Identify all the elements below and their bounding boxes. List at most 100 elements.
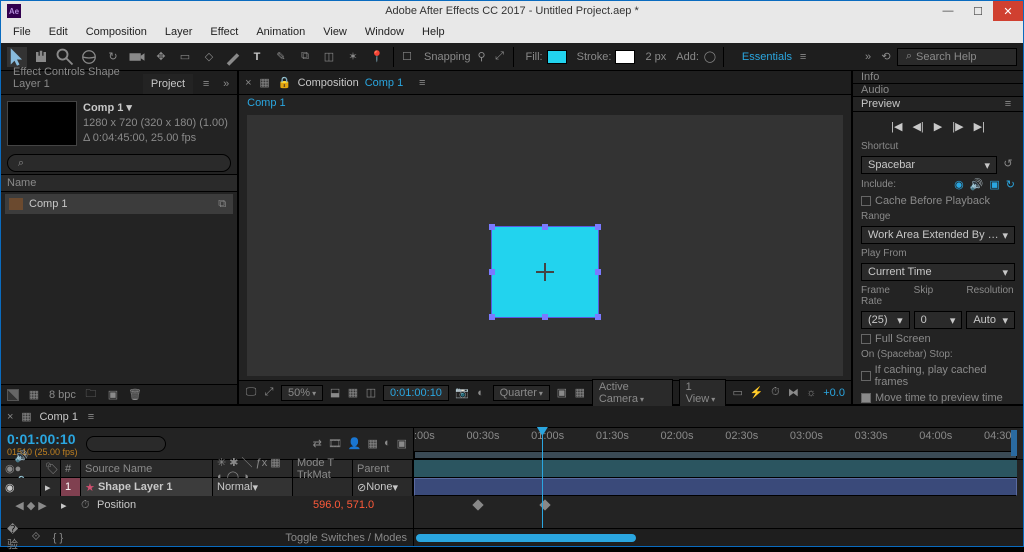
resize-handle[interactable] bbox=[595, 269, 601, 275]
resize-handle[interactable] bbox=[542, 314, 548, 320]
type-tool-icon[interactable]: T bbox=[247, 47, 267, 67]
skip-dropdown[interactable]: 0▾ bbox=[914, 311, 963, 329]
panel-header-audio[interactable]: Audio bbox=[853, 84, 1023, 97]
current-timecode[interactable]: 0:01:00:10 bbox=[7, 431, 78, 447]
motion-blur-icon[interactable]: ◐ bbox=[384, 437, 391, 450]
timeline-search-input[interactable] bbox=[86, 436, 166, 452]
comp-breadcrumb[interactable]: Comp 1 bbox=[239, 95, 851, 115]
menu-effect[interactable]: Effect bbox=[202, 24, 246, 40]
menu-view[interactable]: View bbox=[315, 24, 355, 40]
brush-tool-icon[interactable]: ✎ bbox=[271, 47, 291, 67]
toggle-switches-button[interactable]: Toggle Switches / Modes bbox=[285, 532, 407, 544]
blend-mode-dropdown[interactable]: Normal bbox=[217, 481, 252, 493]
menu-edit[interactable]: Edit bbox=[41, 24, 76, 40]
panel-header-info[interactable]: Info bbox=[853, 71, 1023, 84]
keyframe-icon[interactable] bbox=[473, 499, 484, 510]
resize-handle[interactable] bbox=[489, 224, 495, 230]
panel-menu-icon[interactable]: ≡ bbox=[1001, 97, 1015, 111]
onstop-cache-checkbox[interactable]: If caching, play cached frames bbox=[861, 364, 1015, 388]
always-preview-icon[interactable]: 🖵 bbox=[245, 386, 257, 400]
composition-viewport[interactable] bbox=[247, 115, 843, 376]
interpret-icon[interactable] bbox=[7, 389, 19, 401]
views-dropdown[interactable]: 1 View bbox=[679, 379, 726, 407]
include-audio-icon[interactable]: 🔊 bbox=[970, 178, 984, 191]
render-queue-icon[interactable]: ▦ bbox=[19, 410, 33, 424]
roi-icon[interactable]: ▣ bbox=[556, 386, 568, 400]
grid-icon[interactable]: ▦ bbox=[347, 386, 359, 400]
panel-overflow-icon[interactable]: » bbox=[219, 77, 233, 91]
quality-dropdown[interactable]: Quarter bbox=[493, 385, 550, 401]
layer-duration-bar[interactable] bbox=[414, 478, 1017, 496]
resolution-dropdown[interactable]: Auto▾ bbox=[966, 311, 1015, 329]
keyframe-track[interactable] bbox=[414, 496, 1017, 514]
timeline-brace-icon[interactable]: { } bbox=[51, 531, 65, 545]
resize-handle[interactable] bbox=[489, 269, 495, 275]
onstop-move-checkbox[interactable]: Move time to preview time bbox=[861, 392, 1015, 404]
menu-animation[interactable]: Animation bbox=[248, 24, 313, 40]
col-parent[interactable]: Parent bbox=[353, 460, 413, 477]
flowchart-icon[interactable]: ⧓ bbox=[787, 386, 799, 400]
play-button[interactable]: ▶ bbox=[934, 120, 942, 133]
workspace-dropdown[interactable]: Essentials bbox=[742, 51, 792, 63]
exposure-value[interactable]: +0.0 bbox=[823, 387, 845, 399]
menu-help[interactable]: Help bbox=[414, 24, 453, 40]
timeline-ruler[interactable]: :00s00:30s01:00s01:30s02:00s02:30s03:00s… bbox=[414, 428, 1023, 460]
resize-handle[interactable] bbox=[542, 224, 548, 230]
timeline-zoom-icon[interactable]: ⟐ bbox=[29, 531, 43, 545]
range-dropdown[interactable]: Work Area Extended By Current...▾ bbox=[861, 226, 1015, 244]
panel-menu-icon[interactable]: ≡ bbox=[199, 77, 213, 91]
snapping-checkbox[interactable]: ☐ bbox=[400, 50, 414, 64]
parent-dropdown[interactable]: None bbox=[366, 481, 392, 493]
draft3d-icon[interactable]: 🎞 bbox=[328, 437, 342, 450]
window-close-button[interactable]: ✕ bbox=[993, 1, 1023, 21]
res-auto-icon[interactable]: ⬓ bbox=[329, 386, 341, 400]
snapping-opts-icon[interactable]: ⚲ bbox=[475, 50, 489, 64]
loop-icon[interactable]: ↻ bbox=[1006, 178, 1015, 191]
pen-tool-icon[interactable] bbox=[223, 47, 243, 67]
puppet-tool-icon[interactable]: 📍 bbox=[367, 47, 387, 67]
project-col-name[interactable]: Name bbox=[7, 177, 36, 189]
comp-tab-name[interactable]: Comp 1 bbox=[365, 77, 404, 89]
layer-visibility-toggle[interactable] bbox=[5, 481, 15, 494]
shape-layer-preview[interactable] bbox=[491, 226, 599, 318]
stopwatch-icon[interactable]: ⏱ bbox=[81, 499, 97, 512]
lock-icon[interactable]: 🔒 bbox=[278, 76, 292, 90]
roto-tool-icon[interactable]: ✶ bbox=[343, 47, 363, 67]
shape-tool-icon[interactable]: ▭ bbox=[175, 47, 195, 67]
fast-preview-icon[interactable]: ⚡ bbox=[750, 386, 764, 400]
goto-start-button[interactable]: |◀ bbox=[891, 120, 902, 133]
snapping-opts2-icon[interactable]: ⤢ bbox=[493, 50, 507, 64]
pan-behind-tool-icon[interactable]: ✥ bbox=[151, 47, 171, 67]
project-settings-icon[interactable]: ▦ bbox=[27, 388, 41, 402]
overflow-icon[interactable]: » bbox=[861, 50, 875, 64]
layer-row[interactable]: ▸ 1 ★ Shape Layer 1 Normal ▾ ⊘ None ▾ bbox=[1, 478, 413, 496]
close-tab-icon[interactable]: × bbox=[7, 411, 13, 423]
resize-handle[interactable] bbox=[595, 224, 601, 230]
anchor-point-icon[interactable] bbox=[540, 267, 550, 277]
menu-layer[interactable]: Layer bbox=[157, 24, 201, 40]
camera-dropdown[interactable]: Active Camera bbox=[592, 379, 673, 407]
playfrom-dropdown[interactable]: Current Time▾ bbox=[861, 263, 1015, 281]
mask-tool-icon[interactable]: ◇ bbox=[199, 47, 219, 67]
timeline-tracks[interactable]: :00s00:30s01:00s01:30s02:00s02:30s03:00s… bbox=[414, 428, 1023, 546]
timeline-icon[interactable]: ⏱ bbox=[769, 386, 781, 400]
prev-frame-button[interactable]: ◀| bbox=[912, 120, 923, 133]
zoom-dropdown[interactable]: 50% bbox=[281, 385, 323, 401]
reset-exposure-icon[interactable]: ☼ bbox=[805, 386, 817, 400]
pixel-aspect-icon[interactable]: ▭ bbox=[732, 386, 744, 400]
property-row[interactable]: ◀ ◆ ▶ ▸ ⏱ Position 596.0, 571.0 bbox=[1, 496, 413, 514]
toggle-switches-icon[interactable]: �验 bbox=[7, 531, 21, 545]
comp-mini-flow-icon[interactable]: ⇄ bbox=[313, 437, 322, 450]
shy-icon[interactable]: 👤 bbox=[348, 437, 362, 450]
menu-file[interactable]: File bbox=[5, 24, 39, 40]
eraser-tool-icon[interactable]: ◫ bbox=[319, 47, 339, 67]
show-channel-icon[interactable]: ◐ bbox=[475, 386, 487, 400]
panel-header-preview[interactable]: Preview≡ bbox=[853, 97, 1023, 112]
timeline-zoom-scrollbar[interactable] bbox=[414, 528, 1023, 546]
clone-tool-icon[interactable]: ⧉ bbox=[295, 47, 315, 67]
project-search-input[interactable]: ⌕ bbox=[7, 154, 231, 172]
stroke-swatch[interactable] bbox=[615, 50, 635, 64]
next-frame-button[interactable]: |▶ bbox=[952, 120, 963, 133]
framerate-dropdown[interactable]: (25)▾ bbox=[861, 311, 910, 329]
property-value[interactable]: 596.0, 571.0 bbox=[313, 499, 413, 511]
